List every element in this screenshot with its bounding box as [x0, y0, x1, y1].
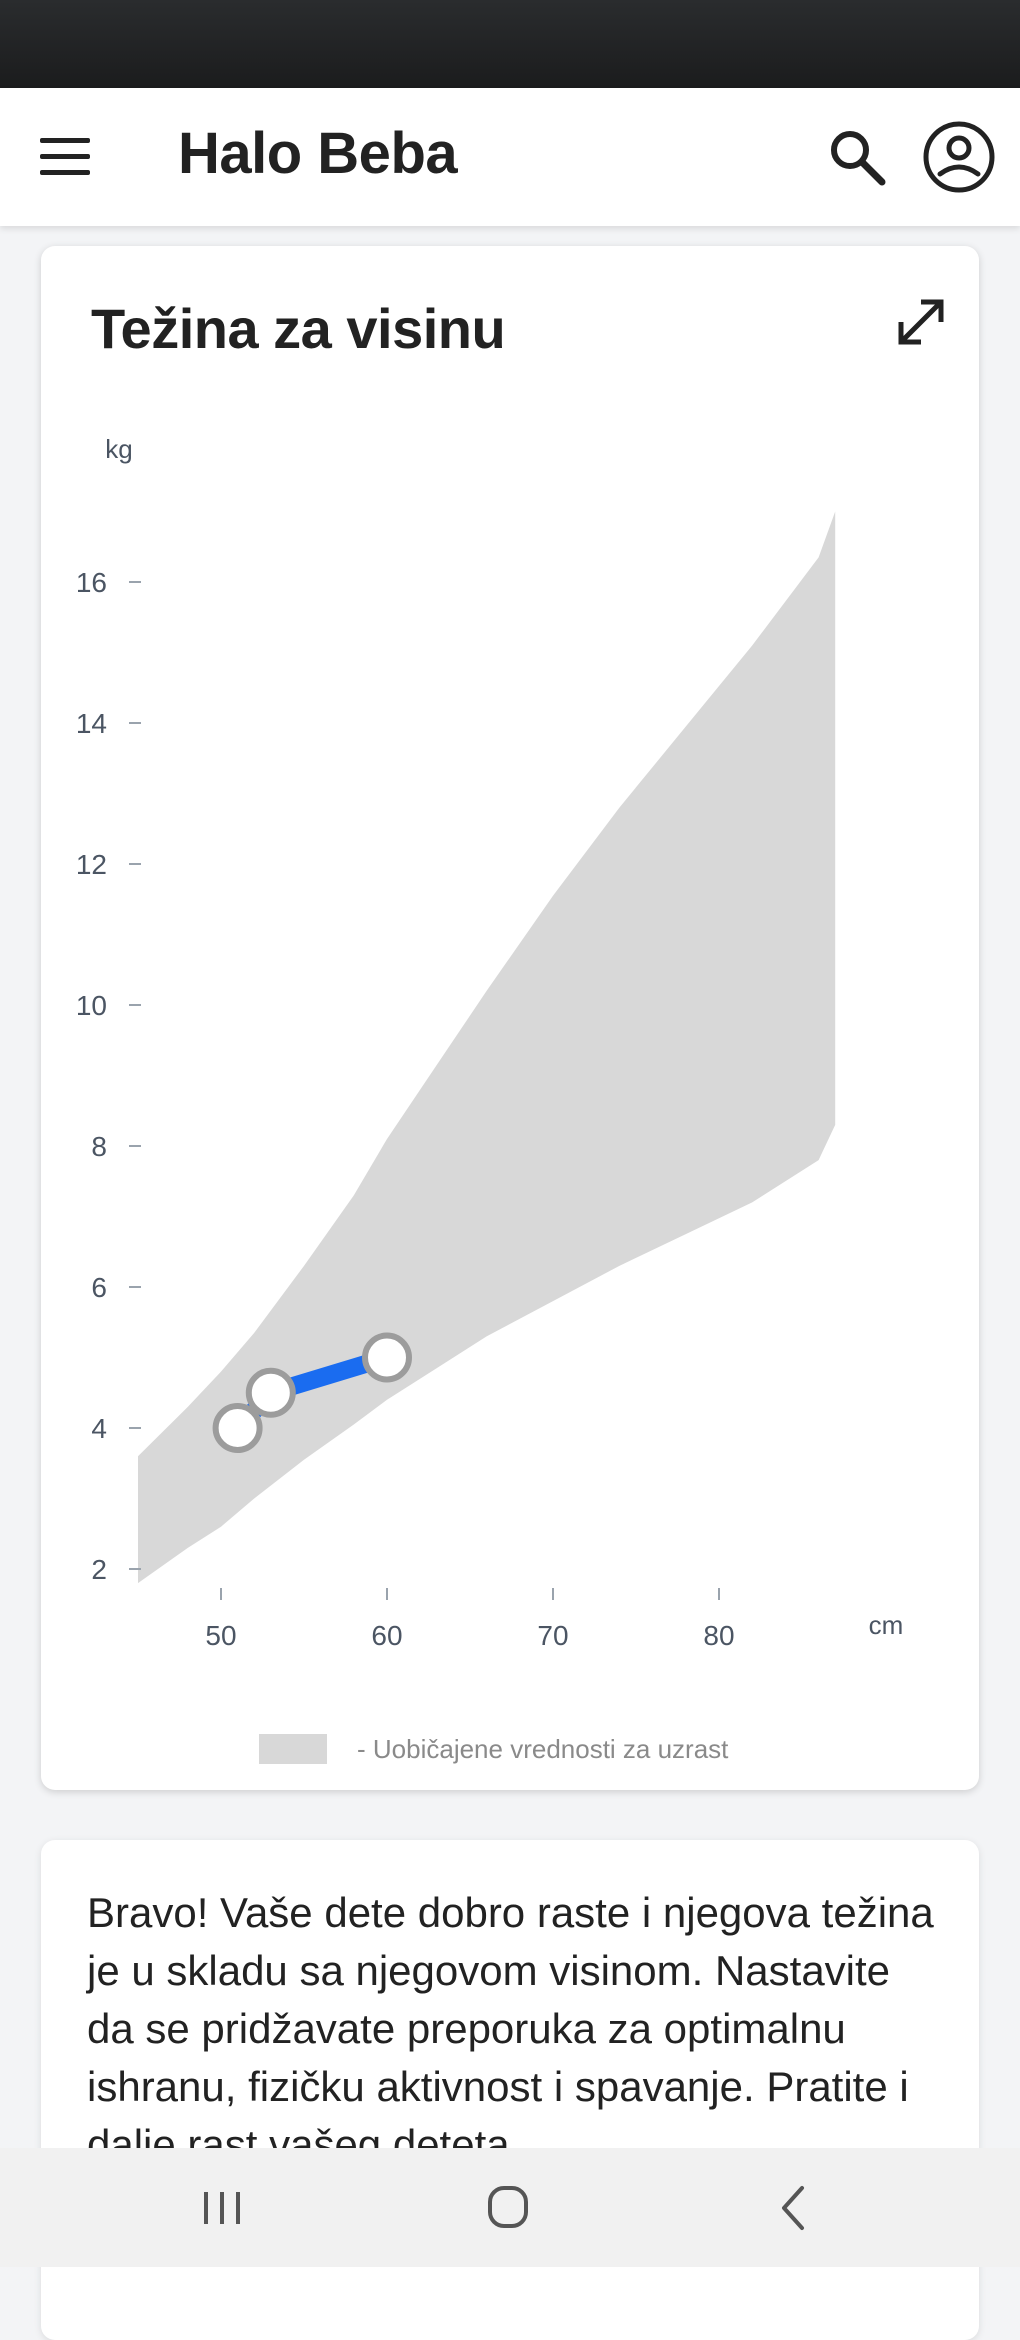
- recent-apps-button[interactable]: [182, 2176, 262, 2240]
- chart-legend: - Uobičajene vrednosti za uzrast: [259, 1734, 728, 1764]
- account-button[interactable]: [922, 120, 996, 194]
- home-icon: [488, 2186, 528, 2228]
- search-icon: [831, 131, 886, 186]
- legend-label: - Uobičajene vrednosti za uzrast: [357, 1733, 729, 1764]
- x-tick-label: 80: [703, 1620, 734, 1651]
- y-tick-label: 4: [91, 1413, 107, 1444]
- account-circle-icon: [923, 121, 995, 193]
- menu-button[interactable]: [36, 132, 94, 182]
- x-tick-label: 70: [537, 1620, 568, 1651]
- y-tick-label: 12: [76, 849, 107, 880]
- app-bar: Halo Beba: [0, 88, 1020, 226]
- back-button[interactable]: [754, 2176, 834, 2240]
- system-nav-bar: [0, 2148, 1020, 2267]
- y-tick-label: 10: [76, 990, 107, 1021]
- legend-swatch: [259, 1734, 327, 1764]
- recent-apps-icon: [204, 2192, 240, 2224]
- data-point: [362, 1332, 412, 1383]
- info-text: Bravo! Vaše dete dobro raste i njegova t…: [87, 1889, 934, 2168]
- y-tick-label: 2: [91, 1554, 107, 1585]
- y-tick-label: 6: [91, 1272, 107, 1303]
- status-bar: [0, 0, 1020, 88]
- weight-for-height-card: Težina za visinu 2 4 6 8 10 12 14 16 kg 50 60 70 80 c…: [41, 246, 979, 1790]
- search-button[interactable]: [826, 126, 890, 190]
- weight-for-height-chart: 2 4 6 8 10 12 14 16 kg 50 60 70 80 cm: [76, 434, 904, 1651]
- y-tick-label: 8: [91, 1131, 107, 1162]
- x-tick-label: 50: [205, 1620, 236, 1651]
- home-button[interactable]: [468, 2176, 548, 2240]
- app-title: Halo Beba: [178, 121, 458, 186]
- data-point: [212, 1403, 263, 1453]
- data-point: [245, 1367, 296, 1418]
- x-axis-label: cm: [869, 1610, 904, 1640]
- y-tick-label: 14: [76, 708, 107, 739]
- y-axis-label: kg: [105, 434, 132, 464]
- back-chevron-icon: [782, 2186, 804, 2230]
- y-tick-label: 16: [76, 567, 107, 598]
- x-tick-label: 60: [371, 1620, 402, 1651]
